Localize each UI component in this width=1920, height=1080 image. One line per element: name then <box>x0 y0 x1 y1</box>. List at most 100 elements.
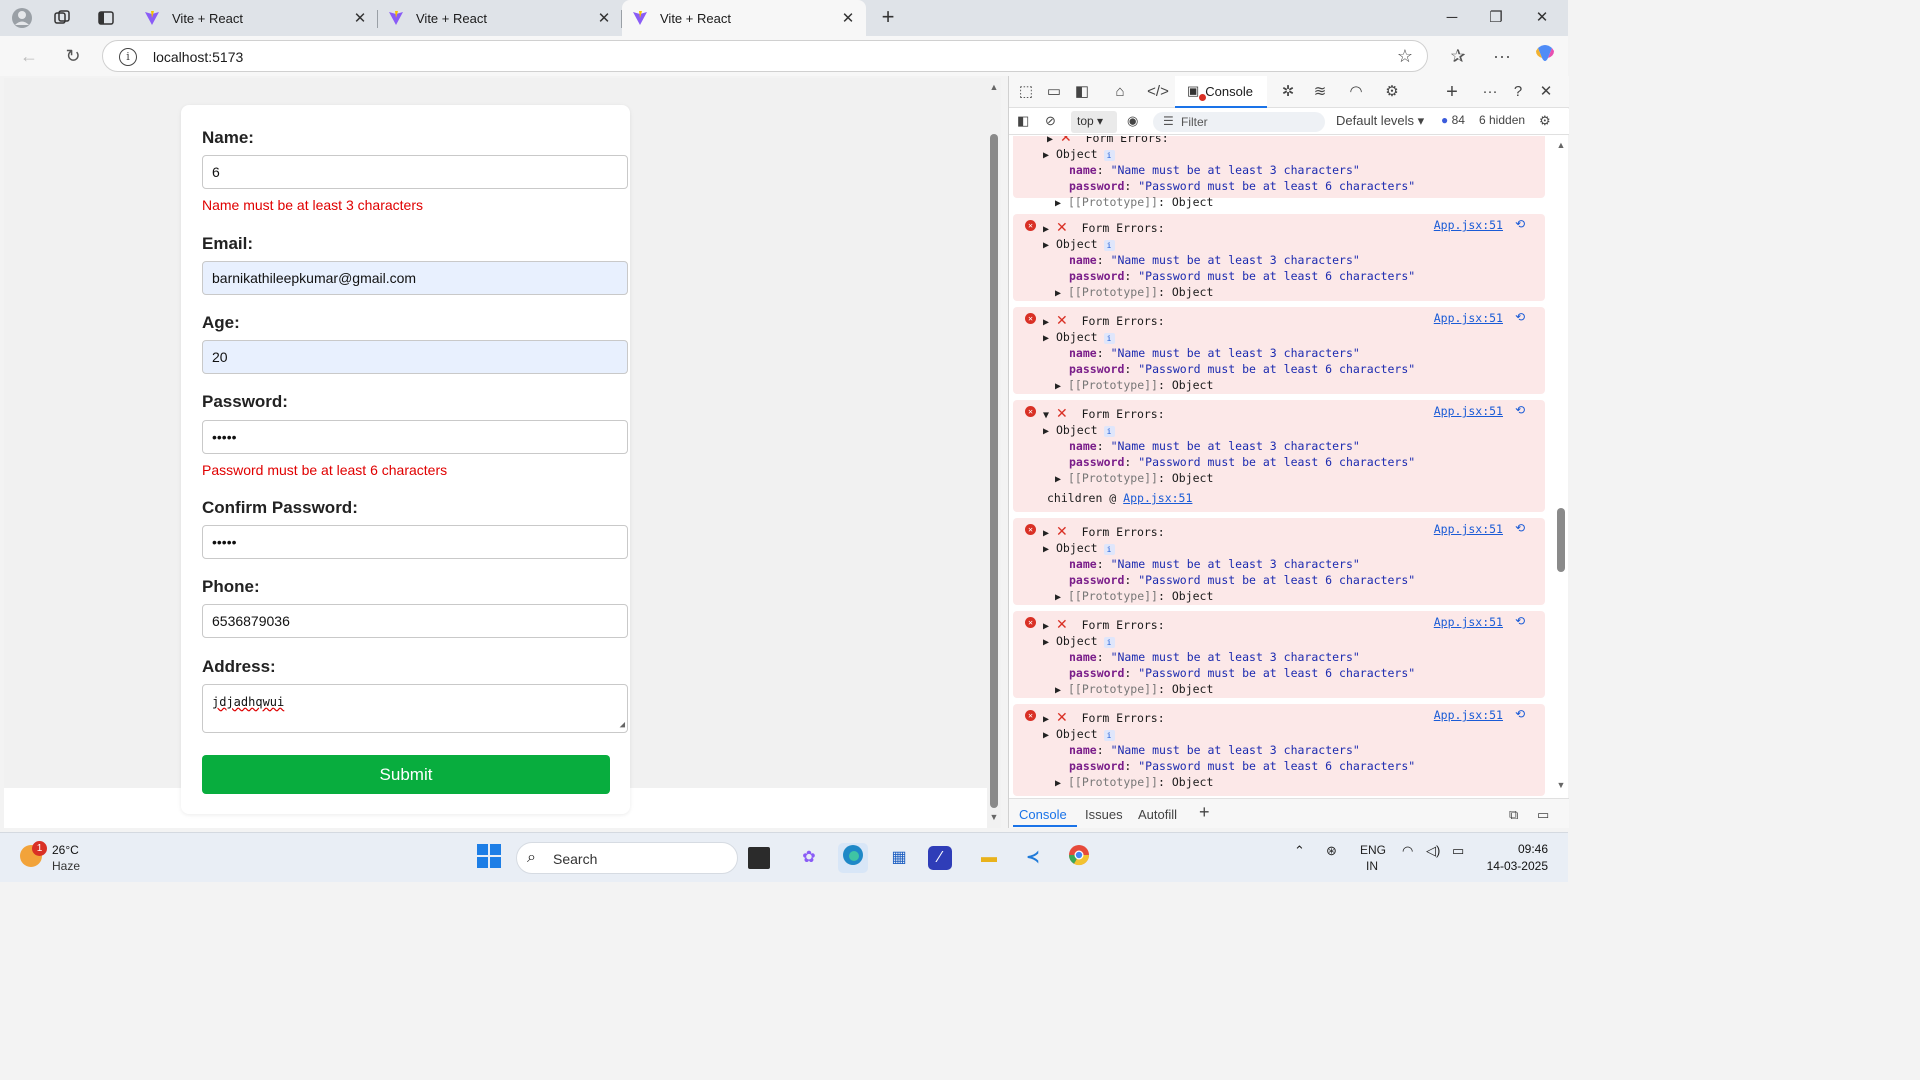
phone-field[interactable]: 6536879036 <box>202 604 628 638</box>
console-entry[interactable]: ▶ ✕ Form Errors: ▶ Object i name: "Name m… <box>1013 136 1545 209</box>
entry-title[interactable]: ▶ ✕ Form Errors: <box>1043 617 1165 633</box>
tab-console[interactable]: ▣ Console <box>1175 76 1267 108</box>
submit-button[interactable]: Submit <box>202 755 610 794</box>
copilot-app-icon[interactable]: ✿ <box>794 843 824 873</box>
add-tab-icon[interactable]: + <box>1441 82 1463 102</box>
refresh-icon[interactable]: ↻ <box>60 44 86 68</box>
copilot-explain-icon[interactable]: ⟲ <box>1515 217 1525 231</box>
source-link[interactable]: App.jsx:51 <box>1434 708 1503 722</box>
browser-tab-1[interactable]: Vite + React ✕ <box>134 0 378 36</box>
close-drawer-icon[interactable]: ▭ <box>1537 807 1549 823</box>
scroll-up-icon[interactable]: ▲ <box>988 82 1000 92</box>
sources-icon[interactable]: </> <box>1147 82 1169 102</box>
url-input[interactable]: i localhost:5173 ☆ <box>102 40 1428 72</box>
workspaces-icon[interactable] <box>48 6 76 30</box>
chrome-icon[interactable] <box>1064 843 1094 873</box>
drawer-tab-autofill[interactable]: Autofill <box>1138 807 1177 822</box>
source-link[interactable]: App.jsx:51 <box>1434 522 1503 536</box>
task-view-icon[interactable] <box>748 847 770 869</box>
copilot-explain-icon[interactable]: ⟲ <box>1515 403 1525 417</box>
close-icon[interactable]: ✕ <box>594 9 614 27</box>
entry-object[interactable]: ▶ Object i <box>1043 423 1115 437</box>
eye-icon[interactable]: ◉ <box>1127 113 1138 129</box>
wifi-icon[interactable]: ◠ <box>1402 843 1413 859</box>
entry-title[interactable]: ▶ ✕ Form Errors: <box>1043 313 1165 329</box>
copilot-icon[interactable] <box>1532 42 1558 66</box>
sidebar-icon[interactable]: ◧ <box>1017 113 1029 129</box>
console-entry[interactable]: ✕ ▶ ✕ Form Errors: App.jsx:51 ⟲ ▶ Object… <box>1013 704 1545 796</box>
taskbar-search[interactable]: ⌕ Search <box>516 842 738 874</box>
entry-prototype[interactable]: ▶ [[Prototype]]: Object <box>1055 682 1213 696</box>
performance-icon[interactable]: ◠ <box>1345 82 1367 102</box>
editor-app-icon[interactable]: ∕ <box>928 846 952 870</box>
scroll-down-icon[interactable]: ▼ <box>988 812 1000 822</box>
scrollbar-thumb[interactable] <box>990 134 998 808</box>
volume-icon[interactable]: ◁) <box>1426 843 1440 859</box>
close-icon[interactable]: ✕ <box>838 9 858 27</box>
vscode-icon[interactable]: ≺ <box>1018 843 1048 873</box>
help-icon[interactable]: ? <box>1507 82 1529 102</box>
tab-actions-icon[interactable] <box>92 6 120 30</box>
console-entry[interactable]: ✕ ▶ ✕ Form Errors: App.jsx:51 ⟲ ▶ Object… <box>1013 518 1545 605</box>
window-close-icon[interactable]: ✕ <box>1522 6 1562 30</box>
browser-tab-2[interactable]: Vite + React ✕ <box>378 0 622 36</box>
scroll-down-icon[interactable]: ▼ <box>1555 780 1567 790</box>
confirm-password-field[interactable]: ••••• <box>202 525 628 559</box>
settings-icon[interactable]: ⚙ <box>1381 82 1403 102</box>
page-scrollbar[interactable]: ▲ ▼ <box>987 78 1001 828</box>
levels-select[interactable]: Default levels ▾ <box>1336 113 1424 129</box>
entry-title[interactable]: ▼ ✕ Form Errors: <box>1043 406 1165 422</box>
entry-object[interactable]: ▶ Object i <box>1043 147 1115 161</box>
name-field[interactable]: 6 <box>202 155 628 189</box>
weather-temperature[interactable]: 26°C <box>52 843 79 857</box>
password-field[interactable]: ••••• <box>202 420 628 454</box>
bug-icon[interactable]: ✲ <box>1277 82 1299 102</box>
entry-object[interactable]: ▶ Object i <box>1043 634 1115 648</box>
info-icon[interactable]: i <box>119 48 137 66</box>
copilot-explain-icon[interactable]: ⟲ <box>1515 707 1525 721</box>
drawer-tab-issues[interactable]: Issues <box>1085 807 1123 822</box>
entry-object[interactable]: ▶ Object i <box>1043 541 1115 555</box>
scrollbar-thumb[interactable] <box>1557 508 1565 572</box>
language-code[interactable]: ENG <box>1360 843 1386 857</box>
resize-grip-icon[interactable]: ◢ <box>620 720 625 730</box>
back-icon[interactable]: ← <box>16 44 42 68</box>
network-icon[interactable]: ≋ <box>1309 82 1331 102</box>
home-icon[interactable]: ⌂ <box>1109 82 1131 102</box>
network-status-icon[interactable]: ⊛ <box>1326 843 1337 859</box>
message-count[interactable]: ● 84 <box>1441 113 1465 127</box>
console-entry-expanded[interactable]: ✕ ▼ ✕ Form Errors: App.jsx:51 ⟲ ▶ Object… <box>1013 400 1545 512</box>
entry-title[interactable]: ▶ ✕ Form Errors: <box>1043 710 1165 726</box>
entry-prototype[interactable]: ▶ [[Prototype]]: Object <box>1055 195 1213 209</box>
source-link[interactable]: App.jsx:51 <box>1434 218 1503 232</box>
clear-icon[interactable]: ⊘ <box>1045 113 1056 129</box>
show-hidden-icons-icon[interactable]: ⌃ <box>1294 843 1305 859</box>
entry-prototype[interactable]: ▶ [[Prototype]]: Object <box>1055 378 1213 392</box>
entry-prototype[interactable]: ▶ [[Prototype]]: Object <box>1055 589 1213 603</box>
console-entry[interactable]: ✕ ▶ ✕ Form Errors: App.jsx:51 ⟲ ▶ Object… <box>1013 214 1545 301</box>
context-select[interactable]: top ▾ <box>1071 111 1117 133</box>
dock-icon[interactable]: ◧ <box>1071 82 1093 102</box>
store-icon[interactable]: ▦ <box>884 843 914 873</box>
dock-drawer-icon[interactable]: ⧉ <box>1509 807 1518 823</box>
new-tab-plus-icon[interactable]: + <box>876 6 900 30</box>
more-icon[interactable]: ··· <box>1489 44 1515 68</box>
source-link[interactable]: App.jsx:51 <box>1434 615 1503 629</box>
drawer-tab-console[interactable]: Console <box>1019 807 1067 822</box>
file-explorer-icon[interactable]: ▬ <box>974 843 1004 873</box>
address-textarea[interactable]: jdjadhqwui ◢ <box>202 684 628 733</box>
browser-tab-3-active[interactable]: Vite + React ✕ <box>622 0 866 36</box>
add-drawer-tab-icon[interactable]: + <box>1199 802 1210 823</box>
entry-object[interactable]: ▶ Object i <box>1043 237 1115 251</box>
edge-icon[interactable] <box>838 843 868 873</box>
device-icon[interactable]: ▭ <box>1043 82 1065 102</box>
favorites-icon[interactable]: ✰ <box>1445 44 1471 68</box>
email-field[interactable]: barnikathileepkumar@gmail.com <box>202 261 628 295</box>
close-icon[interactable]: ✕ <box>350 9 370 27</box>
gear-icon[interactable]: ⚙ <box>1539 113 1551 129</box>
minimize-icon[interactable]: ─ <box>1432 6 1472 30</box>
weather-description[interactable]: Haze <box>52 859 80 873</box>
language-region[interactable]: IN <box>1366 859 1378 873</box>
console-entry[interactable]: ✕ ▶ ✕ Form Errors: App.jsx:51 ⟲ ▶ Object… <box>1013 611 1545 698</box>
entry-object[interactable]: ▶ Object i <box>1043 330 1115 344</box>
